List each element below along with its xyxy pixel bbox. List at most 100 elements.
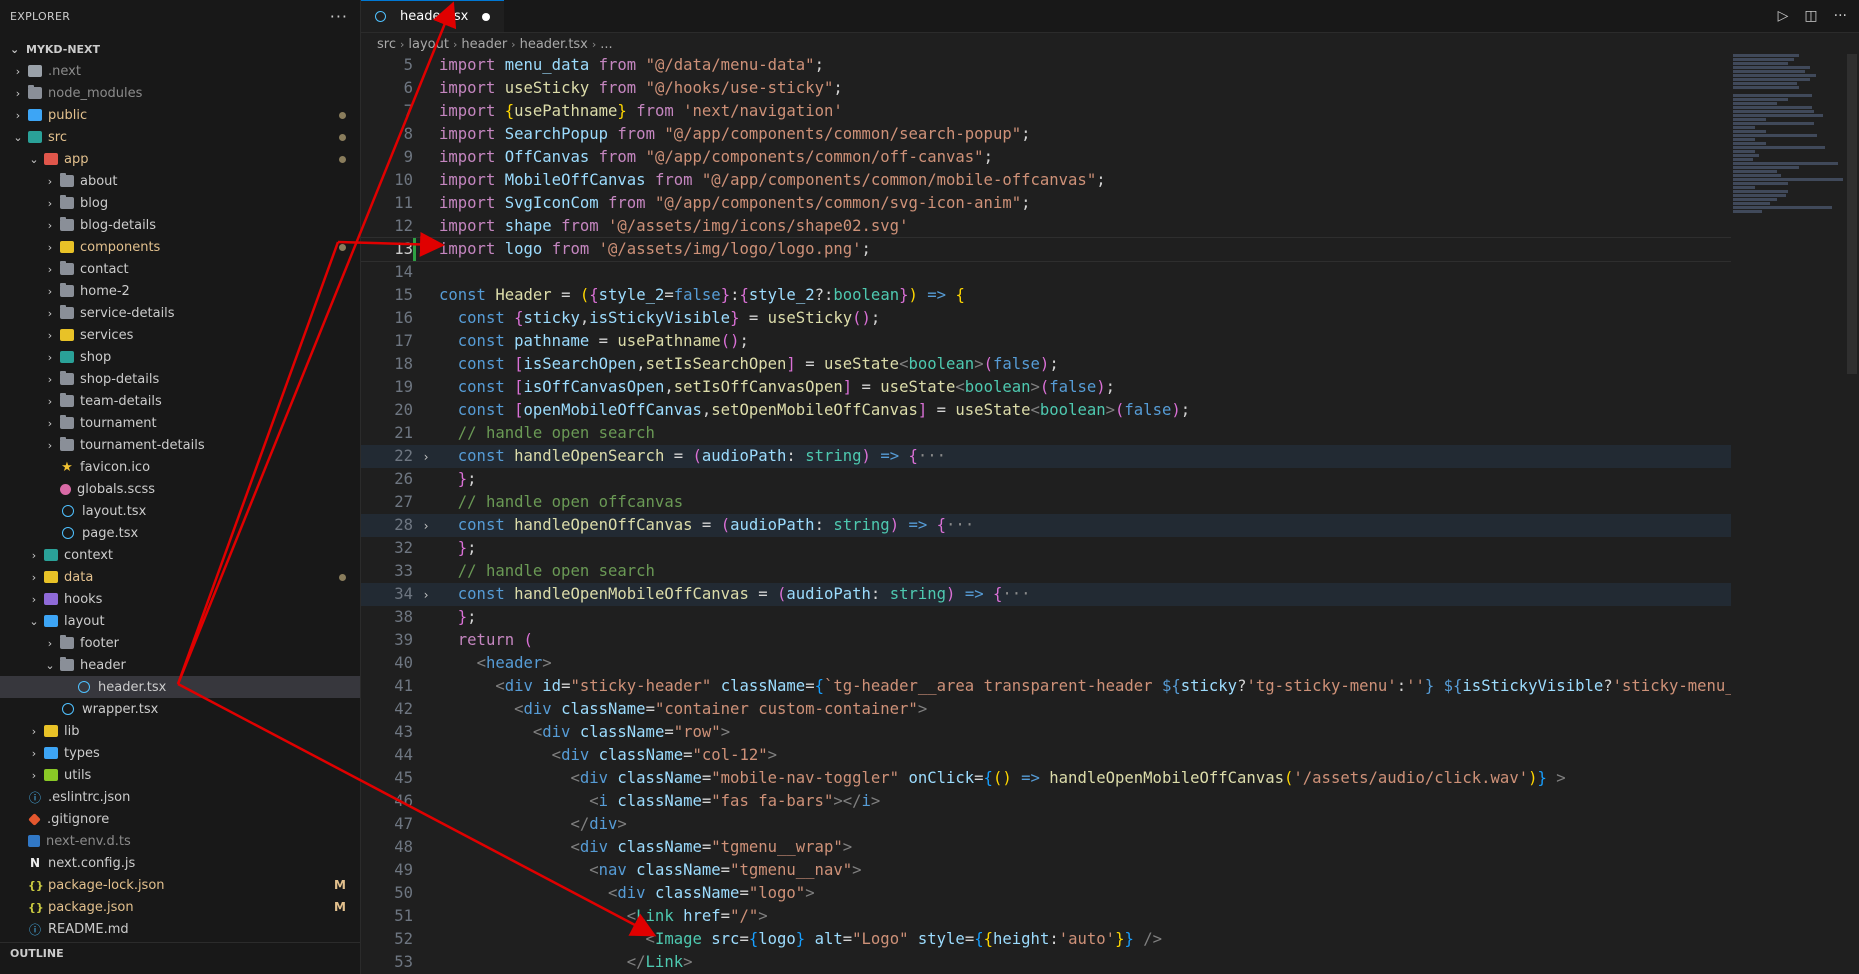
code-line[interactable]: 13 import logo from '@/assets/img/logo/lo…: [361, 237, 1731, 262]
tree-item[interactable]: › node_modules: [0, 82, 360, 104]
fold-chevron-icon[interactable]: ›: [413, 446, 439, 469]
tree-item[interactable]: › context: [0, 544, 360, 566]
tree-item[interactable]: next-env.d.ts: [0, 830, 360, 852]
code-line[interactable]: 49 <nav className="tgmenu__nav">: [361, 859, 1731, 882]
code-line[interactable]: 33 // handle open search: [361, 560, 1731, 583]
breadcrumb-item[interactable]: header.tsx: [520, 37, 588, 52]
code-line[interactable]: 26 };: [361, 468, 1731, 491]
tree-item[interactable]: › tournament: [0, 412, 360, 434]
code-line[interactable]: 22 › const handleOpenSearch = (audioPath:…: [361, 445, 1731, 468]
tree-item[interactable]: › services: [0, 324, 360, 346]
code-line[interactable]: 9 import OffCanvas from "@/app/components…: [361, 146, 1731, 169]
fold-chevron-icon[interactable]: ›: [413, 584, 439, 607]
workspace-root[interactable]: ⌄ MYKD-NEXT: [0, 38, 360, 60]
tree-item[interactable]: globals.scss: [0, 478, 360, 500]
code-line[interactable]: 39 return (: [361, 629, 1731, 652]
outline-panel-header[interactable]: OUTLINE: [0, 942, 360, 964]
tree-item[interactable]: › footer: [0, 632, 360, 654]
tree-item[interactable]: .gitignore: [0, 808, 360, 830]
breadcrumb-item[interactable]: src: [377, 37, 396, 52]
code-view[interactable]: 5 import menu_data from "@/data/menu-data…: [361, 54, 1731, 974]
tree-item[interactable]: › shop: [0, 346, 360, 368]
code-line[interactable]: 18 const [isSearchOpen,setIsSearchOpen] …: [361, 353, 1731, 376]
tree-item[interactable]: › home-2: [0, 280, 360, 302]
tree-item[interactable]: ⌄ header: [0, 654, 360, 676]
code-line[interactable]: 17 const pathname = usePathname();: [361, 330, 1731, 353]
code-line[interactable]: 52 <Image src={logo} alt="Logo" style={{…: [361, 928, 1731, 951]
tree-item[interactable]: › components: [0, 236, 360, 258]
tree-item[interactable]: wrapper.tsx: [0, 698, 360, 720]
tree-item[interactable]: › public: [0, 104, 360, 126]
tree-item[interactable]: › contact: [0, 258, 360, 280]
code-line[interactable]: 12 import shape from '@/assets/img/icons/…: [361, 215, 1731, 238]
tree-item[interactable]: header.tsx: [0, 676, 360, 698]
breadcrumb-item[interactable]: layout: [408, 37, 449, 52]
code-line[interactable]: 5 import menu_data from "@/data/menu-data…: [361, 54, 1731, 77]
vertical-scrollbar[interactable]: [1845, 54, 1859, 974]
tree-item[interactable]: › utils: [0, 764, 360, 786]
code-line[interactable]: 28 › const handleOpenOffCanvas = (audioPa…: [361, 514, 1731, 537]
code-line[interactable]: 27 // handle open offcanvas: [361, 491, 1731, 514]
tree-item[interactable]: ⌄ src: [0, 126, 360, 148]
code-line[interactable]: 8 import SearchPopup from "@/app/componen…: [361, 123, 1731, 146]
code-line[interactable]: 11 import SvgIconCom from "@/app/componen…: [361, 192, 1731, 215]
code-line[interactable]: 34 › const handleOpenMobileOffCanvas = (a…: [361, 583, 1731, 606]
tab-header-tsx[interactable]: header.tsx: [361, 0, 505, 32]
tree-item[interactable]: ⌄ app: [0, 148, 360, 170]
breadcrumb-item[interactable]: header: [461, 37, 507, 52]
code-line[interactable]: 45 <div className="mobile-nav-toggler" o…: [361, 767, 1731, 790]
tree-item[interactable]: layout.tsx: [0, 500, 360, 522]
code-line[interactable]: 44 <div className="col-12">: [361, 744, 1731, 767]
more-icon[interactable]: ···: [1834, 8, 1847, 24]
tree-item[interactable]: › types: [0, 742, 360, 764]
run-icon[interactable]: ▷: [1778, 8, 1789, 24]
code-line[interactable]: 19 const [isOffCanvasOpen,setIsOffCanvas…: [361, 376, 1731, 399]
code-line[interactable]: 32 };: [361, 537, 1731, 560]
tree-item[interactable]: ⌄ layout: [0, 610, 360, 632]
code-line[interactable]: 50 <div className="logo">: [361, 882, 1731, 905]
tree-item[interactable]: › lib: [0, 720, 360, 742]
more-actions-icon[interactable]: ···: [330, 7, 348, 26]
tree-item[interactable]: › data: [0, 566, 360, 588]
code-line[interactable]: 10 import MobileOffCanvas from "@/app/com…: [361, 169, 1731, 192]
code-line[interactable]: 51 <Link href="/">: [361, 905, 1731, 928]
tree-item[interactable]: ★ favicon.ico: [0, 456, 360, 478]
minimap[interactable]: [1733, 54, 1843, 284]
code-line[interactable]: 47 </div>: [361, 813, 1731, 836]
code-line[interactable]: 38 };: [361, 606, 1731, 629]
tree-item[interactable]: Nnext.config.js: [0, 852, 360, 874]
code-line[interactable]: 15 const Header = ({style_2=false}:{style…: [361, 284, 1731, 307]
code-line[interactable]: 21 // handle open search: [361, 422, 1731, 445]
tree-item[interactable]: › hooks: [0, 588, 360, 610]
code-line[interactable]: 53 </Link>: [361, 951, 1731, 974]
tree-item[interactable]: › service-details: [0, 302, 360, 324]
tree-item[interactable]: › tournament-details: [0, 434, 360, 456]
code-line[interactable]: 43 <div className="row">: [361, 721, 1731, 744]
code-line[interactable]: 6 import useSticky from "@/hooks/use-stic…: [361, 77, 1731, 100]
tree-item[interactable]: › blog-details: [0, 214, 360, 236]
split-editor-icon[interactable]: ◫: [1804, 8, 1817, 24]
code-line[interactable]: 48 <div className="tgmenu__wrap">: [361, 836, 1731, 859]
tree-item[interactable]: {} package-lock.json M: [0, 874, 360, 896]
code-line[interactable]: 42 <div className="container custom-cont…: [361, 698, 1731, 721]
tree-item[interactable]: › team-details: [0, 390, 360, 412]
tree-item[interactable]: {} package.json M: [0, 896, 360, 918]
unsaved-dot-icon[interactable]: [482, 12, 491, 21]
tree-item[interactable]: › shop-details: [0, 368, 360, 390]
breadcrumb-item[interactable]: ...: [600, 37, 612, 52]
code-line[interactable]: 20 const [openMobileOffCanvas,setOpenMob…: [361, 399, 1731, 422]
code-line[interactable]: 7 import {usePathname} from 'next/navigat…: [361, 100, 1731, 123]
tree-item[interactable]: ⓘ .eslintrc.json: [0, 786, 360, 808]
code-line[interactable]: 40 <header>: [361, 652, 1731, 675]
code-line[interactable]: 41 <div id="sticky-header" className={`t…: [361, 675, 1731, 698]
tree-item[interactable]: › .next: [0, 60, 360, 82]
code-line[interactable]: 16 const {sticky,isStickyVisible} = useS…: [361, 307, 1731, 330]
code-line[interactable]: 14: [361, 261, 1731, 284]
code-line[interactable]: 46 <i className="fas fa-bars"></i>: [361, 790, 1731, 813]
tree-item[interactable]: ⓘ README.md: [0, 918, 360, 940]
fold-chevron-icon[interactable]: ›: [413, 515, 439, 538]
scrollbar-thumb[interactable]: [1847, 54, 1857, 374]
tree-item[interactable]: page.tsx: [0, 522, 360, 544]
tree-item[interactable]: › about: [0, 170, 360, 192]
tree-item[interactable]: › blog: [0, 192, 360, 214]
